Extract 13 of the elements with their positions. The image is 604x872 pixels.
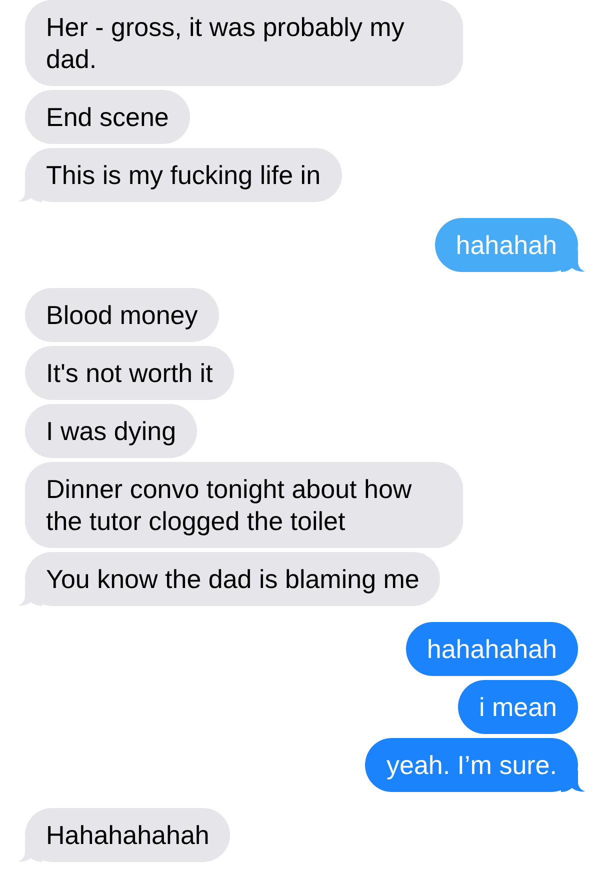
- message-bubble: Her - gross, it was probably my dad.: [25, 0, 463, 86]
- message-bubble: hahahah: [434, 218, 578, 272]
- message-bubble: Blood money: [25, 288, 219, 342]
- message-bubble: hahahahah: [406, 622, 578, 676]
- message-bubble: This is my fucking life in: [25, 148, 342, 202]
- message-bubble: Dinner convo tonight about how the tutor clogged the toilet: [25, 462, 463, 548]
- message-bubble: It's not worth it: [25, 346, 234, 400]
- message-bubble: End scene: [25, 90, 190, 144]
- message-bubble: I was dying: [25, 404, 198, 458]
- message-bubble: You know the dad is blaming me: [25, 552, 440, 606]
- message-bubble: i mean: [458, 680, 578, 734]
- message-bubble: Hahahahahah: [25, 808, 230, 862]
- message-bubble: yeah. I’m sure.: [365, 738, 578, 792]
